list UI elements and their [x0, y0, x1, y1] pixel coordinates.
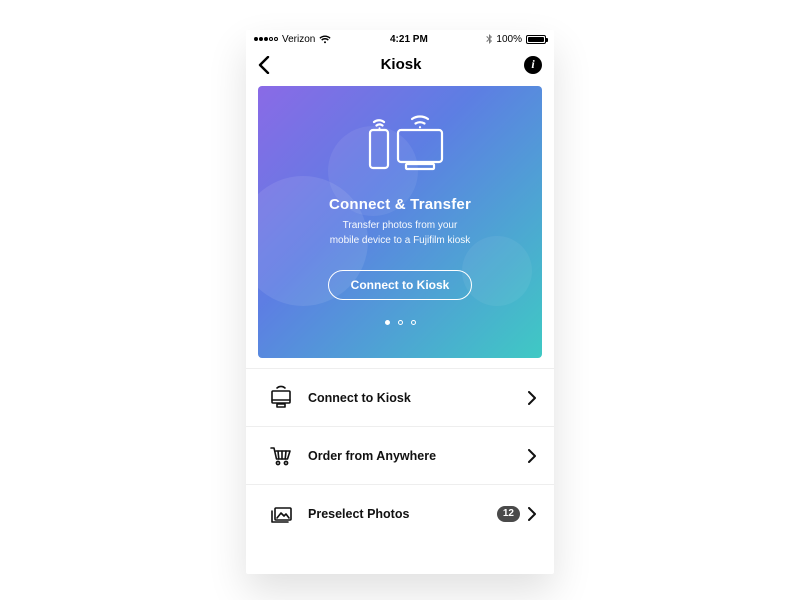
chevron-right-icon — [528, 507, 536, 521]
back-button[interactable] — [258, 55, 278, 75]
chevron-right-icon — [528, 391, 536, 405]
wifi-icon — [319, 35, 331, 44]
clock: 4:21 PM — [390, 34, 428, 45]
menu-list: Connect to Kiosk — [246, 368, 554, 542]
hero-subtitle: Transfer photos from your mobile device … — [330, 219, 471, 248]
nav-bar: Kiosk i — [246, 48, 554, 82]
status-right: 100% — [486, 34, 546, 45]
connect-transfer-illustration — [340, 108, 460, 178]
pager-dot[interactable] — [411, 320, 416, 325]
connect-to-kiosk-cta[interactable]: Connect to Kiosk — [328, 270, 473, 300]
pager-dot[interactable] — [385, 320, 390, 325]
photos-icon — [264, 501, 298, 527]
list-item-label: Connect to Kiosk — [308, 391, 528, 405]
signal-dots-icon — [254, 37, 278, 41]
carousel-pager[interactable] — [385, 320, 416, 325]
info-button[interactable]: i — [524, 56, 542, 74]
status-bar: Verizon 4:21 PM 100% — [246, 30, 554, 48]
list-item-order-anywhere[interactable]: Order from Anywhere — [246, 426, 554, 484]
chevron-left-icon — [258, 56, 270, 74]
hero-card[interactable]: Connect & Transfer Transfer photos from … — [258, 86, 542, 358]
phone-frame: Verizon 4:21 PM 100% Kiosk — [246, 30, 554, 574]
bluetooth-icon — [486, 34, 492, 44]
hero-title: Connect & Transfer — [329, 196, 471, 213]
kiosk-icon — [264, 385, 298, 411]
cart-icon — [264, 443, 298, 469]
battery-pct: 100% — [496, 34, 522, 45]
battery-icon — [526, 35, 546, 44]
list-item-label: Preselect Photos — [308, 507, 497, 521]
status-left: Verizon — [254, 34, 331, 45]
list-item-preselect-photos[interactable]: Preselect Photos 12 — [246, 484, 554, 542]
list-item-label: Order from Anywhere — [308, 449, 528, 463]
carrier-label: Verizon — [282, 34, 315, 45]
pager-dot[interactable] — [398, 320, 403, 325]
chevron-right-icon — [528, 449, 536, 463]
list-item-connect-to-kiosk[interactable]: Connect to Kiosk — [246, 368, 554, 426]
page-title: Kiosk — [381, 56, 422, 73]
count-badge: 12 — [497, 506, 520, 522]
